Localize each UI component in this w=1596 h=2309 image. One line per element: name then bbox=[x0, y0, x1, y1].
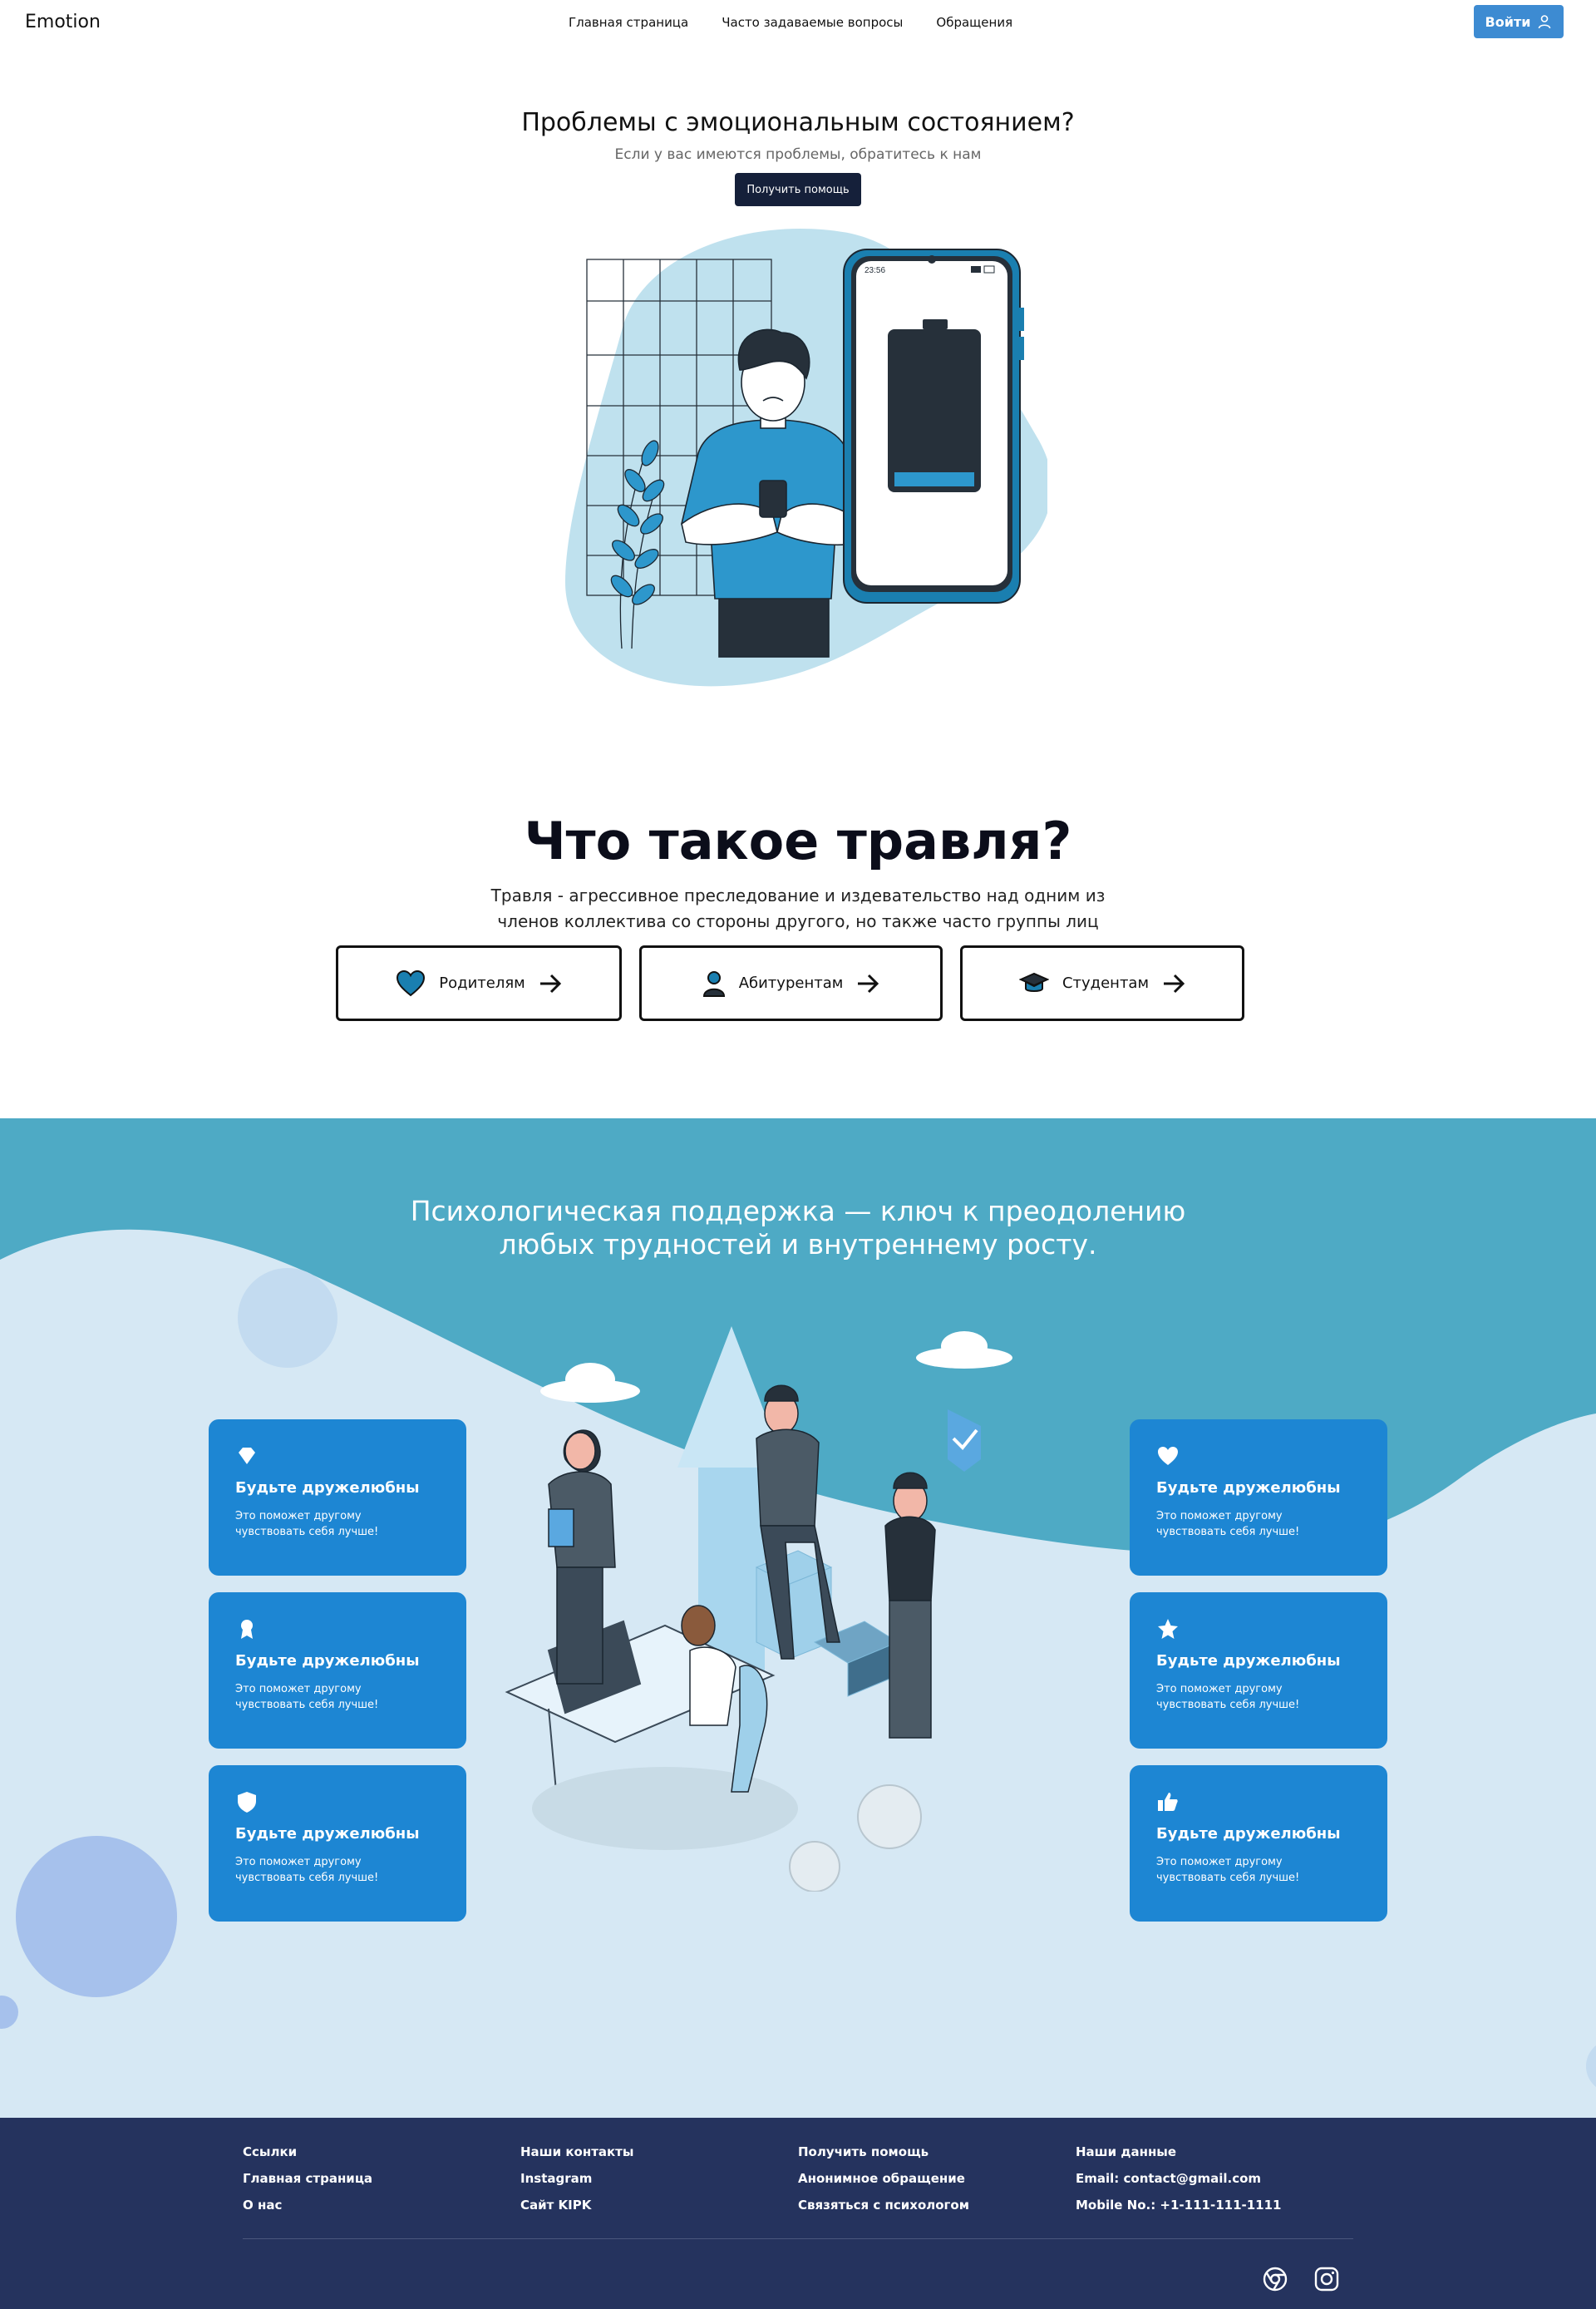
category-applicants-button[interactable]: Абитурентам bbox=[639, 945, 943, 1021]
card-title: Будьте дружелюбны bbox=[1156, 1652, 1341, 1670]
footer-column-help: Получить помощь Анонимное обращение Связ… bbox=[798, 2144, 969, 2224]
category-parents-button[interactable]: Родителям bbox=[336, 945, 622, 1021]
phone-mockup: 23:56 bbox=[843, 249, 1024, 604]
footer-link-about[interactable]: О нас bbox=[243, 2198, 372, 2213]
category-label: Родителям bbox=[439, 974, 525, 992]
card-text: Это поможет другому чувствовать себя луч… bbox=[235, 1856, 379, 1884]
bullying-title: Что такое травля? bbox=[524, 811, 1072, 871]
footer-link-psychologist[interactable]: Связяться с психологом bbox=[798, 2198, 969, 2213]
hero-subtitle: Если у вас имеются проблемы, обратитесь … bbox=[614, 146, 982, 163]
card-text: Это поможет другому чувствовать себя луч… bbox=[235, 1683, 379, 1711]
card-text: Это поможет другому чувствовать себя луч… bbox=[235, 1510, 379, 1538]
instagram-icon[interactable] bbox=[1313, 2266, 1340, 2292]
support-card-5: Будьте дружелюбны Это поможет другому чу… bbox=[1130, 1592, 1387, 1749]
top-navbar: Emotion Главная страница Часто задаваемы… bbox=[0, 0, 1596, 45]
nav-link-faq[interactable]: Часто задаваемые вопросы bbox=[722, 15, 903, 30]
bullying-description: Травля - агрессивное преследование и изд… bbox=[490, 886, 1106, 931]
thumbs-up-icon bbox=[1158, 1793, 1178, 1811]
footer-phone: Mobile No.: +1-111-111-1111 bbox=[1076, 2198, 1282, 2213]
check-badge bbox=[948, 1409, 981, 1472]
user-icon bbox=[1539, 15, 1551, 29]
footer-heading: Наши данные bbox=[1076, 2144, 1177, 2159]
footer-column-data: Наши данные Email: contact@gmail.com Mob… bbox=[1076, 2144, 1281, 2224]
chrome-icon[interactable] bbox=[1262, 2266, 1288, 2292]
arrow-right-icon bbox=[539, 974, 561, 993]
category-label: Студентам bbox=[1062, 974, 1150, 992]
login-button[interactable]: Войти bbox=[1474, 5, 1564, 38]
card-title: Будьте дружелюбны bbox=[1156, 1479, 1341, 1497]
category-label: Абитурентам bbox=[738, 974, 844, 992]
main-menu: Главная страница Часто задаваемые вопрос… bbox=[569, 15, 1012, 30]
category-students-button[interactable]: Студентам bbox=[960, 945, 1244, 1021]
footer-column-contacts: Наши контакты Instagram Сайт KIPK bbox=[520, 2144, 633, 2224]
support-card-3: Будьте дружелюбны Это поможет другому чу… bbox=[209, 1765, 466, 1922]
gem-icon bbox=[239, 1448, 255, 1464]
card-text: Это поможет другому чувствовать себя луч… bbox=[1156, 1683, 1300, 1711]
graduation-cap-icon bbox=[1018, 972, 1049, 992]
footer-heading: Ссылки bbox=[243, 2144, 298, 2159]
gears bbox=[789, 1784, 922, 1892]
arrow-right-icon bbox=[858, 974, 879, 993]
hero-illustration: 23:56 bbox=[565, 228, 1047, 687]
support-card-6: Будьте дружелюбны Это поможет другому чу… bbox=[1130, 1765, 1387, 1922]
support-card-2: Будьте дружелюбны Это поможет другому чу… bbox=[209, 1592, 466, 1749]
card-title: Будьте дружелюбны bbox=[235, 1825, 420, 1843]
footer-link-kipk[interactable]: Сайт KIPK bbox=[520, 2198, 633, 2213]
footer-heading: Получить помощь bbox=[798, 2144, 929, 2159]
user-icon bbox=[702, 970, 725, 997]
login-label: Войти bbox=[1485, 13, 1531, 30]
card-title: Будьте дружелюбны bbox=[1156, 1825, 1341, 1843]
award-icon bbox=[241, 1620, 253, 1639]
get-help-button[interactable]: Получить помощь bbox=[735, 173, 861, 206]
footer-link-anonymous[interactable]: Анонимное обращение bbox=[798, 2171, 969, 2186]
support-section: Психологическая поддержка — ключ к преод… bbox=[0, 1118, 1596, 2118]
team-illustration bbox=[505, 1326, 1012, 1892]
footer-divider bbox=[243, 2238, 1353, 2239]
heart-icon bbox=[397, 969, 426, 996]
support-card-1: Будьте дружелюбны Это поможет другому чу… bbox=[209, 1419, 466, 1576]
footer-link-home[interactable]: Главная страница bbox=[243, 2171, 372, 2186]
support-title: Психологическая поддержка — ключ к преод… bbox=[410, 1195, 1186, 1261]
nav-link-home[interactable]: Главная страница bbox=[569, 15, 688, 30]
card-title: Будьте дружелюбны bbox=[235, 1652, 420, 1670]
phone-clock: 23:56 bbox=[864, 266, 885, 275]
footer: Ссылки Главная страница О нас Наши конта… bbox=[0, 2118, 1596, 2309]
footer-link-instagram[interactable]: Instagram bbox=[520, 2171, 633, 2186]
footer-heading: Наши контакты bbox=[520, 2144, 634, 2159]
hero-title: Проблемы с эмоциональным состоянием? bbox=[521, 108, 1075, 137]
nav-link-appeals[interactable]: Обращения bbox=[936, 15, 1012, 30]
card-text: Это поможет другому чувствовать себя луч… bbox=[1156, 1856, 1300, 1884]
heart-icon bbox=[1158, 1447, 1178, 1465]
footer-column-links: Ссылки Главная страница О нас bbox=[243, 2144, 372, 2224]
shield-icon bbox=[238, 1792, 256, 1813]
arrow-right-icon bbox=[1164, 974, 1185, 993]
star-icon bbox=[1158, 1619, 1178, 1639]
footer-email: Email: contact@gmail.com bbox=[1076, 2171, 1262, 2186]
logo[interactable]: Emotion bbox=[25, 12, 101, 32]
support-card-4: Будьте дружелюбны Это поможет другому чу… bbox=[1130, 1419, 1387, 1576]
card-text: Это поможет другому чувствовать себя луч… bbox=[1156, 1510, 1300, 1538]
card-title: Будьте дружелюбны bbox=[235, 1479, 420, 1497]
